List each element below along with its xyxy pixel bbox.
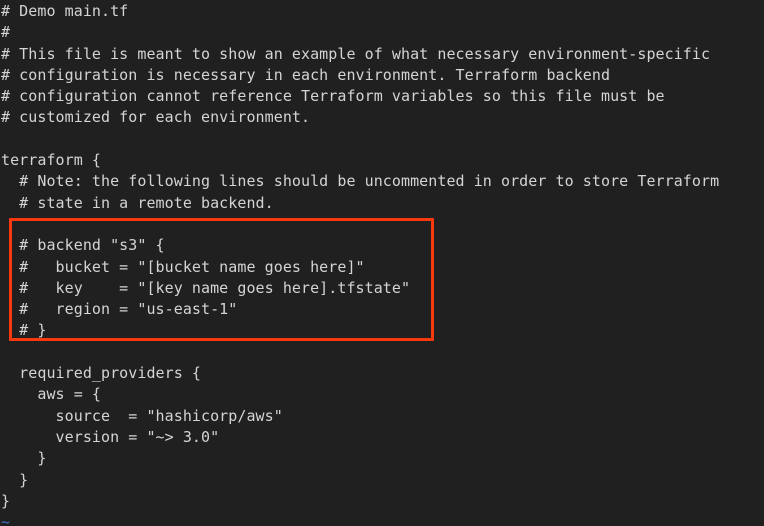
- code-line: # This file is meant to show an example …: [1, 44, 711, 63]
- code-line: #: [1, 23, 11, 42]
- code-line: # Demo main.tf: [1, 2, 129, 20]
- code-line: required_providers {: [1, 364, 201, 383]
- code-line: # configuration cannot reference Terrafo…: [1, 87, 665, 106]
- code-line: }: [1, 470, 29, 489]
- code-line: }: [1, 449, 47, 468]
- editor-text-buffer[interactable]: # Demo main.tf # # This file is meant to…: [0, 0, 764, 526]
- code-line: # Note: the following lines should be un…: [1, 172, 720, 191]
- vim-empty-line-marker: ~: [1, 513, 11, 526]
- terminal-vim-window: # Demo main.tf # # This file is meant to…: [0, 0, 764, 526]
- code-line: version = "~> 3.0": [1, 427, 220, 446]
- code-line: }: [1, 491, 11, 510]
- code-line: source = "hashicorp/aws": [1, 406, 283, 425]
- code-line: # bucket = "[bucket name goes here]": [1, 257, 365, 276]
- code-line: # region = "us-east-1": [1, 300, 238, 319]
- code-line: # configuration is necessary in each env…: [1, 65, 611, 84]
- code-line: aws = {: [1, 385, 101, 404]
- code-line: # key = "[key name goes here].tfstate": [1, 278, 411, 297]
- code-line: # backend "s3" {: [1, 236, 165, 255]
- code-line: # customized for each environment.: [1, 108, 311, 127]
- code-line: terraform {: [1, 151, 101, 170]
- code-line: # state in a remote backend.: [1, 193, 274, 212]
- code-line: # }: [1, 321, 47, 340]
